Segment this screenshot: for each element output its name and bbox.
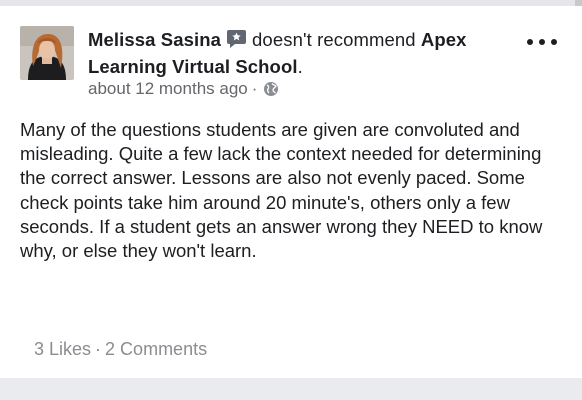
more-dot xyxy=(551,39,557,45)
engagement-stats: 3 Likes · 2 Comments xyxy=(34,339,207,360)
page-suffix: . xyxy=(297,56,303,77)
post-timestamp[interactable]: about 12 months ago xyxy=(88,79,248,98)
meta-separator: · xyxy=(251,79,258,98)
avatar-image xyxy=(20,26,74,80)
likes-count[interactable]: 3 Likes xyxy=(34,339,91,359)
recommend-action: doesn't recommend xyxy=(252,29,416,50)
more-options-icon[interactable] xyxy=(527,36,557,48)
avatar[interactable] xyxy=(20,26,74,80)
globe-icon xyxy=(263,81,279,103)
post-header: Melissa Sasina doesn't recommend Apex Lea… xyxy=(88,28,508,79)
more-dot xyxy=(539,39,545,45)
comments-count[interactable]: 2 Comments xyxy=(105,339,207,359)
review-post: Melissa Sasina doesn't recommend Apex Lea… xyxy=(0,6,582,378)
stats-separator: · xyxy=(95,339,102,359)
more-dot xyxy=(527,39,533,45)
review-text: Many of the questions students are given… xyxy=(20,119,543,262)
author-name[interactable]: Melissa Sasina xyxy=(88,29,221,50)
bottom-divider xyxy=(0,378,582,400)
review-badge-icon xyxy=(226,28,247,55)
post-meta: about 12 months ago · xyxy=(88,78,279,103)
